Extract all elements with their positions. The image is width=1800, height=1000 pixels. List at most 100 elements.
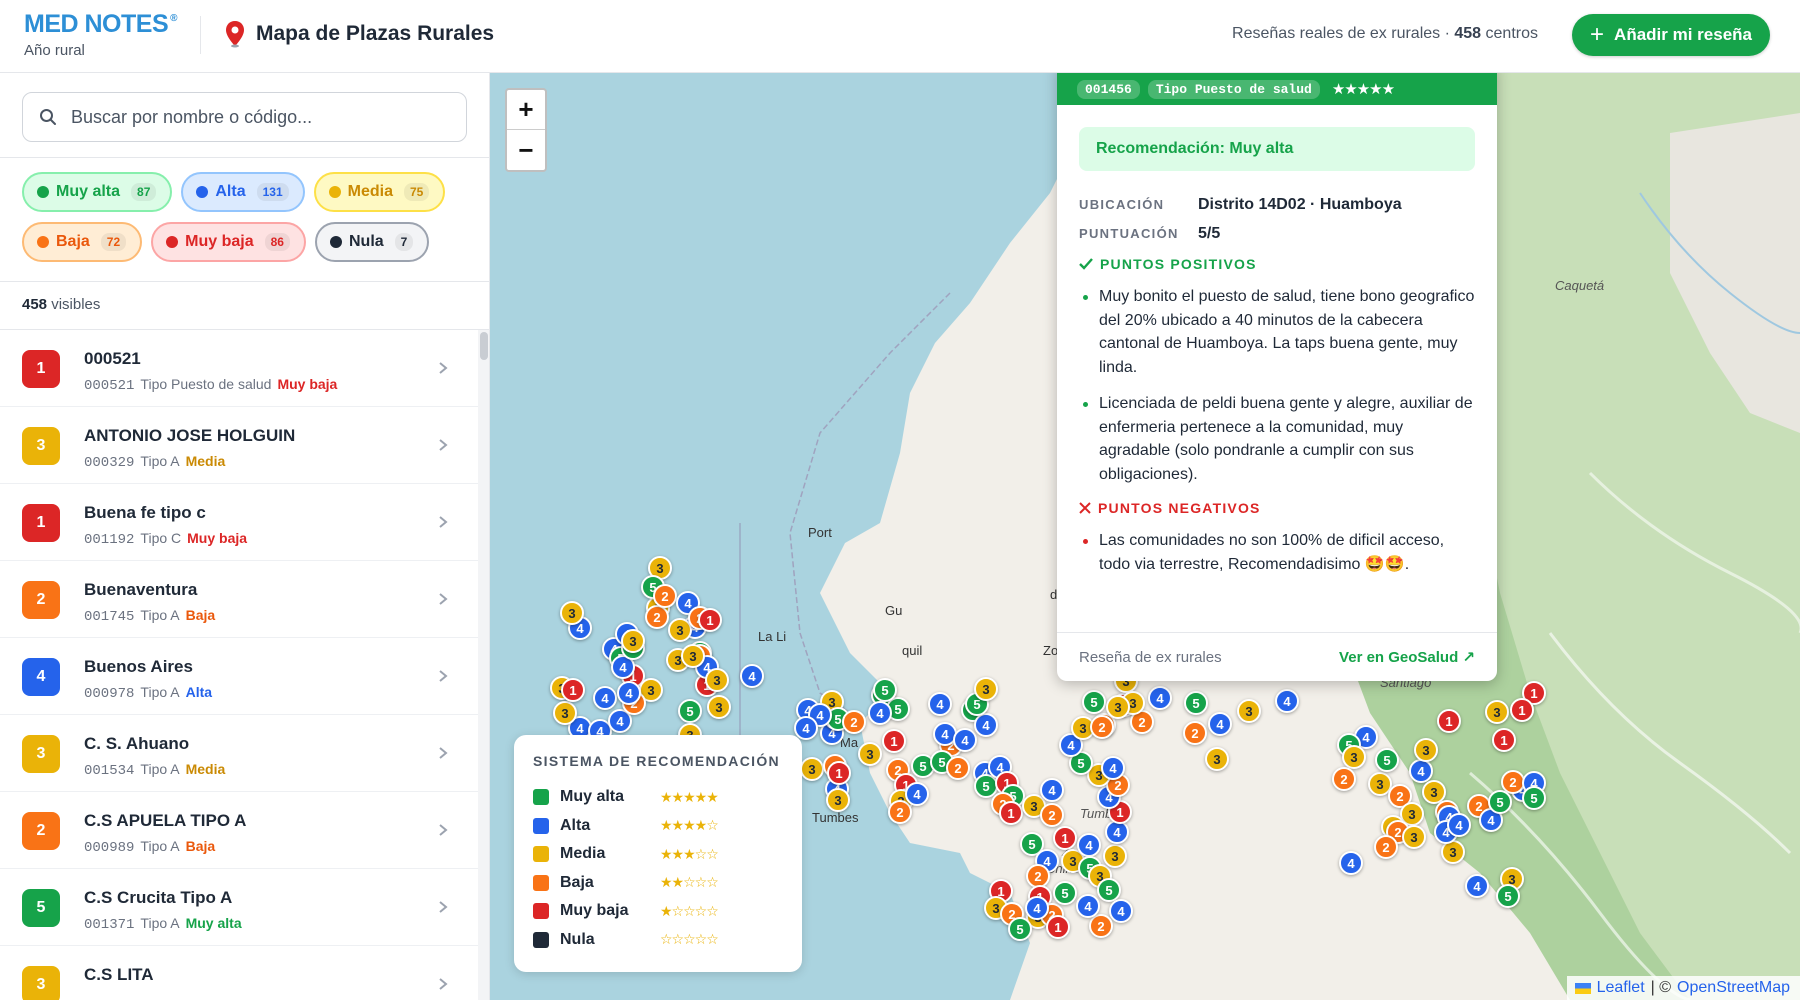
map-marker[interactable]: 3 [707, 695, 731, 719]
map-marker[interactable]: 4 [740, 664, 764, 688]
map-marker[interactable]: 4 [1339, 851, 1363, 875]
map-marker[interactable]: 4 [974, 713, 998, 737]
map-marker[interactable]: 5 [873, 678, 897, 702]
zoom-out-button[interactable]: − [507, 130, 545, 170]
map-marker[interactable]: 4 [953, 728, 977, 752]
list-item[interactable]: 2 C.S APUELA TIPO A 000989 Tipo A Baja [0, 792, 478, 869]
list-item[interactable]: 2 Buenaventura 001745 Tipo A Baja [0, 561, 478, 638]
map-marker[interactable]: 3 [621, 629, 645, 653]
map-marker[interactable]: 4 [1275, 689, 1299, 713]
map-marker[interactable]: 4 [928, 692, 952, 716]
map-marker[interactable]: 2 [1332, 767, 1356, 791]
map-marker[interactable]: 3 [1106, 695, 1130, 719]
map-marker[interactable]: 3 [560, 601, 584, 625]
map-marker[interactable]: 4 [868, 701, 892, 725]
map-marker[interactable]: 1 [1437, 709, 1461, 733]
map-marker[interactable]: 5 [1082, 690, 1106, 714]
map-marker[interactable]: 4 [1409, 759, 1433, 783]
map-marker[interactable]: 1 [698, 608, 722, 632]
map-marker[interactable]: 2 [1089, 914, 1113, 938]
map-marker[interactable]: 3 [553, 701, 577, 725]
list-item[interactable]: 5 C.S Crucita Tipo A 001371 Tipo A Muy alt… [0, 869, 478, 946]
map-marker[interactable]: 2 [842, 710, 866, 734]
list-item[interactable]: 3 C. S. Ahuano 001534 Tipo A Media [0, 715, 478, 792]
map-marker[interactable]: 1 [827, 761, 851, 785]
map-marker[interactable]: 3 [681, 644, 705, 668]
filter-chip[interactable]: Nula 7 [314, 222, 430, 262]
filter-chip[interactable]: Baja 72 [22, 222, 143, 262]
search-input[interactable] [71, 106, 441, 128]
list-item[interactable]: 3 C.S LITA [0, 946, 478, 1000]
map-marker[interactable]: 3 [1237, 699, 1261, 723]
map-marker[interactable]: 3 [800, 757, 824, 781]
map-marker[interactable]: 4 [1208, 712, 1232, 736]
openstreetmap-link[interactable]: OpenStreetMap [1677, 979, 1790, 997]
map-marker[interactable]: 2 [1183, 721, 1207, 745]
map-marker[interactable]: 4 [1077, 833, 1101, 857]
map-marker[interactable]: 2 [1040, 803, 1064, 827]
map-marker[interactable]: 1 [1046, 915, 1070, 939]
map-marker[interactable]: 5 [1522, 786, 1546, 810]
map-marker[interactable]: 2 [888, 800, 912, 824]
map-marker[interactable]: 3 [1205, 747, 1229, 771]
map-marker[interactable]: 3 [826, 788, 850, 812]
map-marker[interactable]: 2 [653, 584, 677, 608]
map-marker[interactable]: 1 [882, 729, 906, 753]
add-review-button[interactable]: + Añadir mi reseña [1572, 14, 1770, 56]
center-level: Muy alta [185, 915, 242, 931]
map-marker[interactable]: 4 [1025, 896, 1049, 920]
map-marker[interactable]: 3 [1485, 700, 1509, 724]
filter-chip[interactable]: Media 75 [313, 172, 446, 212]
list-item[interactable]: 1 Buena fe tipo c 001192 Tipo C Muy baja [0, 484, 478, 561]
map-marker[interactable]: 4 [1101, 756, 1125, 780]
map-marker[interactable]: 4 [1109, 899, 1133, 923]
map-marker[interactable]: 4 [1076, 894, 1100, 918]
map-marker[interactable]: 1 [1510, 698, 1534, 722]
map-marker[interactable]: 4 [794, 716, 818, 740]
map-marker[interactable]: 4 [1465, 874, 1489, 898]
map-marker[interactable]: 5 [678, 699, 702, 723]
map-marker[interactable]: 4 [1148, 686, 1172, 710]
center-level: Baja [185, 838, 216, 854]
map-marker[interactable]: 2 [645, 605, 669, 629]
leaflet-link[interactable]: Leaflet [1597, 979, 1645, 997]
filter-chip[interactable]: Muy alta 87 [22, 172, 173, 212]
map-marker[interactable]: 5 [1008, 917, 1032, 941]
filter-chip[interactable]: Muy baja 86 [151, 222, 306, 262]
map-marker[interactable]: 1 [1053, 826, 1077, 850]
geosalud-link[interactable]: Ver en GeoSalud ↗ [1339, 648, 1475, 666]
map-marker[interactable]: 4 [905, 782, 929, 806]
map-view[interactable]: NeivaHuilaFlorenciaCaquetáitalitoumayoPa… [490, 73, 1800, 1000]
map-marker[interactable]: 4 [593, 686, 617, 710]
map-marker[interactable]: 4 [617, 681, 641, 705]
map-marker[interactable]: 2 [1374, 835, 1398, 859]
map-marker[interactable]: 1 [561, 678, 585, 702]
map-marker[interactable]: 3 [1342, 745, 1366, 769]
filter-chip[interactable]: Alta 131 [181, 172, 305, 212]
map-marker[interactable]: 3 [1103, 844, 1127, 868]
list-item[interactable]: 4 Buenos Aires 000978 Tipo A Alta [0, 638, 478, 715]
map-marker[interactable]: 5 [1184, 691, 1208, 715]
map-marker[interactable]: 3 [858, 742, 882, 766]
map-marker[interactable]: 5 [1496, 884, 1520, 908]
list-item[interactable]: 1 000521 000521 Tipo Puesto de salud Muy b… [0, 330, 478, 407]
zoom-in-button[interactable]: + [507, 90, 545, 130]
list-scrollbar[interactable] [478, 330, 489, 1000]
map-marker[interactable]: 1 [999, 801, 1023, 825]
map-marker[interactable]: 2 [946, 756, 970, 780]
brand-logo[interactable]: MED NOTES ® Año rural [24, 10, 177, 59]
map-marker[interactable]: 4 [1447, 813, 1471, 837]
map-marker[interactable]: 3 [974, 677, 998, 701]
map-marker[interactable]: 5 [1488, 790, 1512, 814]
list-item[interactable]: 3 ANTONIO JOSE HOLGUIN 000329 Tipo A Media [0, 407, 478, 484]
map-marker[interactable]: 1 [1492, 728, 1516, 752]
map-marker[interactable]: 3 [1402, 825, 1426, 849]
map-marker[interactable]: 5 [1375, 748, 1399, 772]
map-marker[interactable]: 2 [1090, 715, 1114, 739]
map-marker[interactable]: 3 [705, 668, 729, 692]
scrollbar-thumb[interactable] [480, 332, 488, 360]
search-box[interactable] [22, 92, 467, 142]
map-marker[interactable]: 3 [1414, 738, 1438, 762]
map-marker[interactable]: 4 [1040, 778, 1064, 802]
map-marker[interactable]: 5 [1053, 881, 1077, 905]
